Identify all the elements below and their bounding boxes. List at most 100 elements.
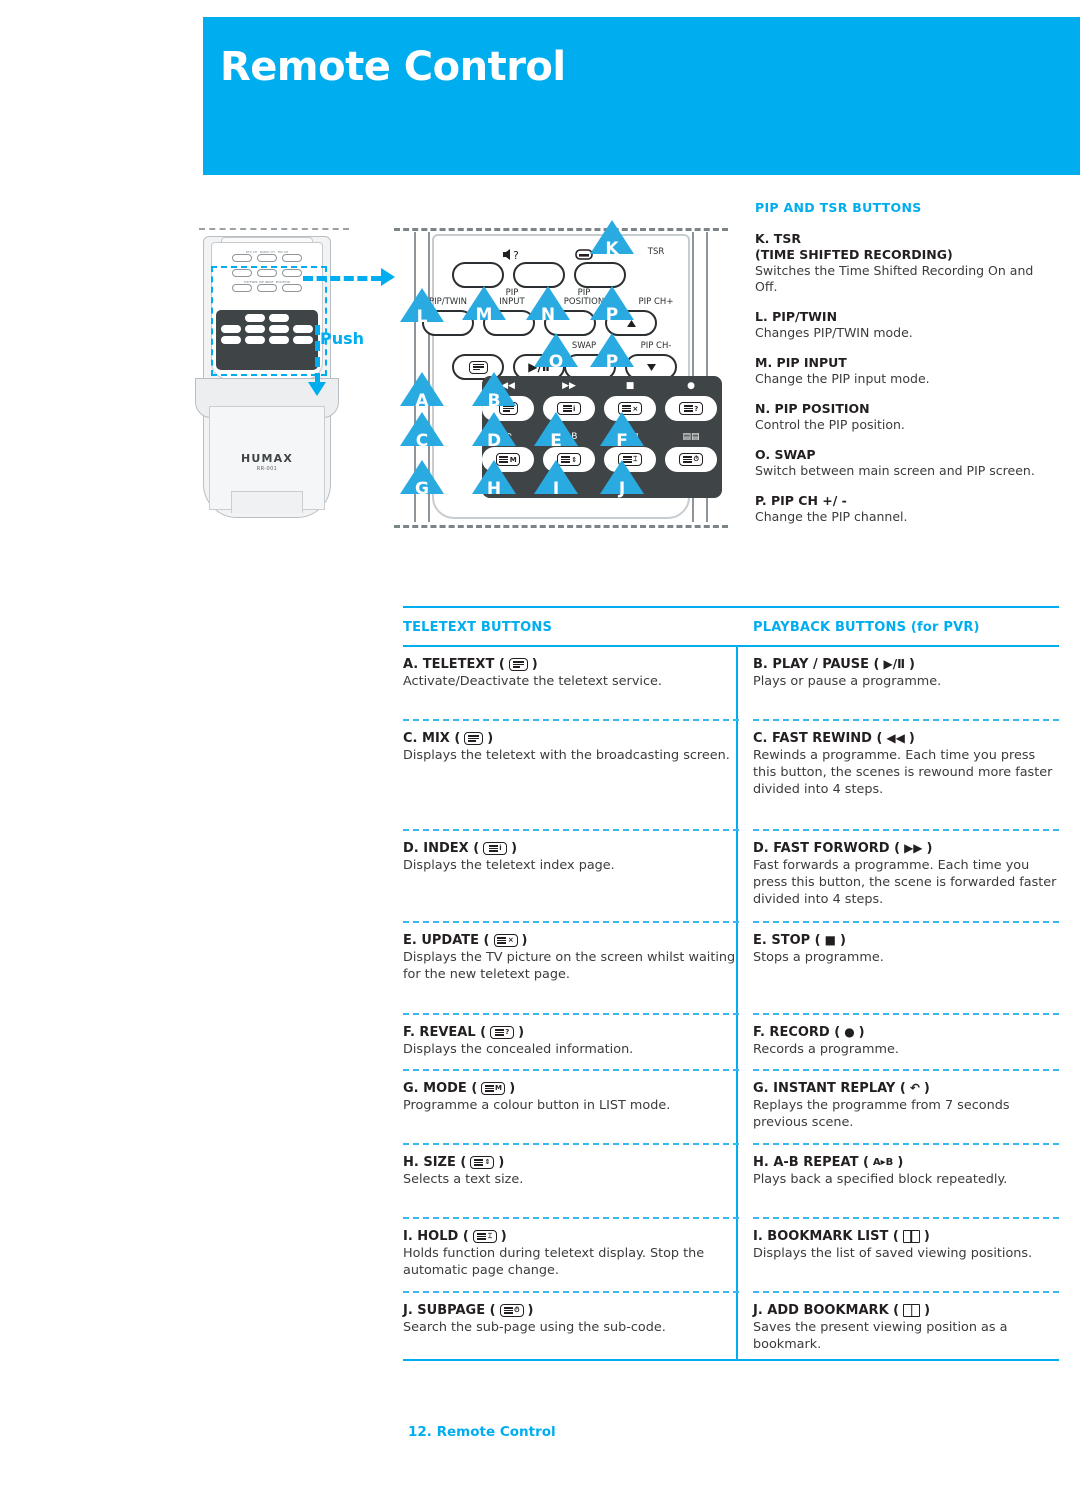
pip-item-title: O. SWAP: [755, 447, 816, 462]
pip-item-desc: Switch between main screen and PIP scree…: [755, 463, 1035, 478]
buttons-table: TELETEXT BUTTONS PLAYBACK BUTTONS (for P…: [403, 606, 1059, 1361]
pip-item-pip-ch: P. PIP CH +/ - Change the PIP channel.: [755, 493, 1055, 525]
row-title: I. BOOKMARK LIST ( ): [753, 1228, 1059, 1245]
svg-text:?: ?: [513, 249, 519, 261]
row-label-close: ): [531, 657, 538, 672]
stop-label: ■: [625, 381, 635, 391]
table-row: J. SUBPAGE ( ⏱ ) Search the sub-page usi…: [403, 1293, 739, 1359]
darkpad-labels-row-1: ◀◀ ▶▶ ■ ●: [482, 381, 722, 391]
marker-I: I: [552, 479, 560, 499]
row-title: E. UPDATE ( × ): [403, 932, 739, 949]
remote-keypad-diagram: ? TSR PIP/TWIN PIP INPUT PIP POSITION PI…: [394, 220, 728, 528]
reveal-lines: [683, 404, 693, 413]
key-tv: [513, 262, 565, 288]
push-arrow-vertical: [315, 325, 320, 383]
push-arrow-down-icon: [308, 382, 326, 396]
row-desc: Displays the list of saved viewing posit…: [753, 1246, 1033, 1261]
row-label: J. SUBPAGE (: [403, 1303, 496, 1318]
row-title: A. TELETEXT ( ): [403, 656, 739, 673]
row-label-close: ): [897, 1155, 904, 1170]
row-desc: Search the sub-page using the sub-code.: [403, 1320, 666, 1335]
marker-K: K: [605, 239, 619, 259]
pip-item-desc: Change the PIP channel.: [755, 509, 908, 524]
playback-column: B. PLAY / PAUSE ( ▶/Ⅱ ) Plays or pause a…: [739, 647, 1059, 1359]
key-tsr: [574, 262, 626, 288]
row-desc: Plays or pause a programme.: [753, 674, 942, 689]
marker-N: N: [540, 305, 556, 325]
teletext-lines: [472, 362, 484, 371]
size-icon: ⇕: [470, 1156, 495, 1169]
table-row: I. BOOKMARK LIST ( ) Displays the list o…: [753, 1219, 1059, 1283]
row-title: J. SUBPAGE ( ⏱ ): [403, 1302, 739, 1319]
row-label-close: ): [527, 1303, 534, 1318]
index-icon: i: [483, 842, 508, 855]
table-header-playback: PLAYBACK BUTTONS (for PVR): [753, 620, 980, 635]
pip-item-title: P. PIP CH +/ -: [755, 493, 847, 508]
pip-item-desc: Control the PIP position.: [755, 417, 905, 432]
row-desc: Saves the present viewing position as a …: [753, 1320, 1008, 1352]
row-title: F. RECORD ( ● ): [753, 1024, 1059, 1041]
panel-dash-bottom: [394, 525, 728, 528]
marker-J: J: [618, 479, 626, 499]
fast-forward-icon: ▶▶: [904, 841, 923, 855]
row-label: B. PLAY / PAUSE (: [753, 657, 880, 672]
page-footer: 12. Remote Control: [408, 1424, 556, 1440]
mix-icon: [464, 732, 484, 745]
row-label: D. INDEX (: [403, 841, 480, 856]
pip-item-title: M. PIP INPUT: [755, 355, 847, 370]
pip-item-swap: O. SWAP Switch between main screen and P…: [755, 447, 1055, 479]
chevron-down-icon: [646, 363, 656, 371]
subpage-icon: ⏱: [679, 453, 703, 466]
row-title: E. STOP ( ■ ): [753, 932, 1059, 949]
rs-key: [257, 254, 277, 262]
marker-C: C: [415, 431, 429, 451]
row-label: F. REVEAL (: [403, 1025, 487, 1040]
row-title: G. INSTANT REPLAY ( ↶ ): [753, 1080, 1059, 1097]
row-label-close: ): [509, 1081, 516, 1096]
remote-top-dash: [199, 228, 349, 230]
table-row: I. HOLD ( ⌶ ) Holds function during tele…: [403, 1219, 739, 1283]
subpage-lines: [683, 455, 693, 464]
page-title: Remote Control: [220, 44, 566, 90]
marker-F: F: [616, 431, 628, 451]
row-title: F. REVEAL ( ? ): [403, 1024, 739, 1041]
keypad-row-1: [452, 262, 626, 288]
pip-item-desc: Switches the Time Shifted Recording On a…: [755, 263, 1034, 294]
pip-item-pip-input: M. PIP INPUT Change the PIP input mode.: [755, 355, 1055, 387]
row-title: I. HOLD ( ⌶ ): [403, 1228, 739, 1245]
row-desc: Displays the teletext index page.: [403, 858, 615, 873]
row-label-close: ): [518, 1025, 525, 1040]
table-bottom-rule: [403, 1359, 1059, 1361]
table-row: F. RECORD ( ● ) Records a programme.: [753, 1015, 1059, 1061]
row-desc: Programme a colour button in LIST mode.: [403, 1098, 671, 1113]
pip-item-desc: Changes PIP/TWIN mode.: [755, 325, 913, 340]
key-mute: [452, 262, 504, 288]
add-bookmark-label: ▤▤: [682, 432, 700, 442]
reveal-icon: ?: [679, 402, 703, 415]
humax-logo: HUMAX: [240, 452, 294, 465]
row-desc: Fast forwards a programme. Each time you…: [753, 858, 1057, 907]
pip-item-pip-twin: L. PIP/TWIN Changes PIP/TWIN mode.: [755, 309, 1055, 341]
teletext-icon: [508, 658, 528, 671]
subpage-icon: ⏱: [499, 1304, 524, 1317]
reveal-icon: ?: [490, 1026, 515, 1039]
row-title: D. INDEX ( i ): [403, 840, 739, 857]
table-header-row: TELETEXT BUTTONS PLAYBACK BUTTONS (for P…: [403, 608, 1059, 645]
marker-P-bottom: P: [605, 352, 619, 372]
rs-key: [232, 254, 252, 262]
row-title: G. MODE ( M ): [403, 1080, 739, 1097]
row-desc: Displays the TV picture on the screen wh…: [403, 950, 736, 982]
pip-item-pip-position: N. PIP POSITION Control the PIP position…: [755, 401, 1055, 433]
row-desc: Displays the teletext with the broadcast…: [403, 748, 730, 763]
push-label: Push: [320, 329, 365, 348]
row-label: I. BOOKMARK LIST (: [753, 1229, 899, 1244]
push-arrow-right-icon: [381, 268, 395, 286]
row-desc: Holds function during teletext display. …: [403, 1246, 705, 1278]
pip-item-title: L. PIP/TWIN: [755, 309, 838, 324]
pip-item-title: N. PIP POSITION: [755, 401, 870, 416]
marker-O: O: [548, 352, 564, 372]
row-label-close: ): [500, 1229, 507, 1244]
pip-tsr-section: PIP AND TSR BUTTONS K. TSR (TIME SHIFTED…: [755, 200, 1055, 539]
row-label-close: ): [924, 1303, 931, 1318]
pip-item-desc: Change the PIP input mode.: [755, 371, 930, 386]
